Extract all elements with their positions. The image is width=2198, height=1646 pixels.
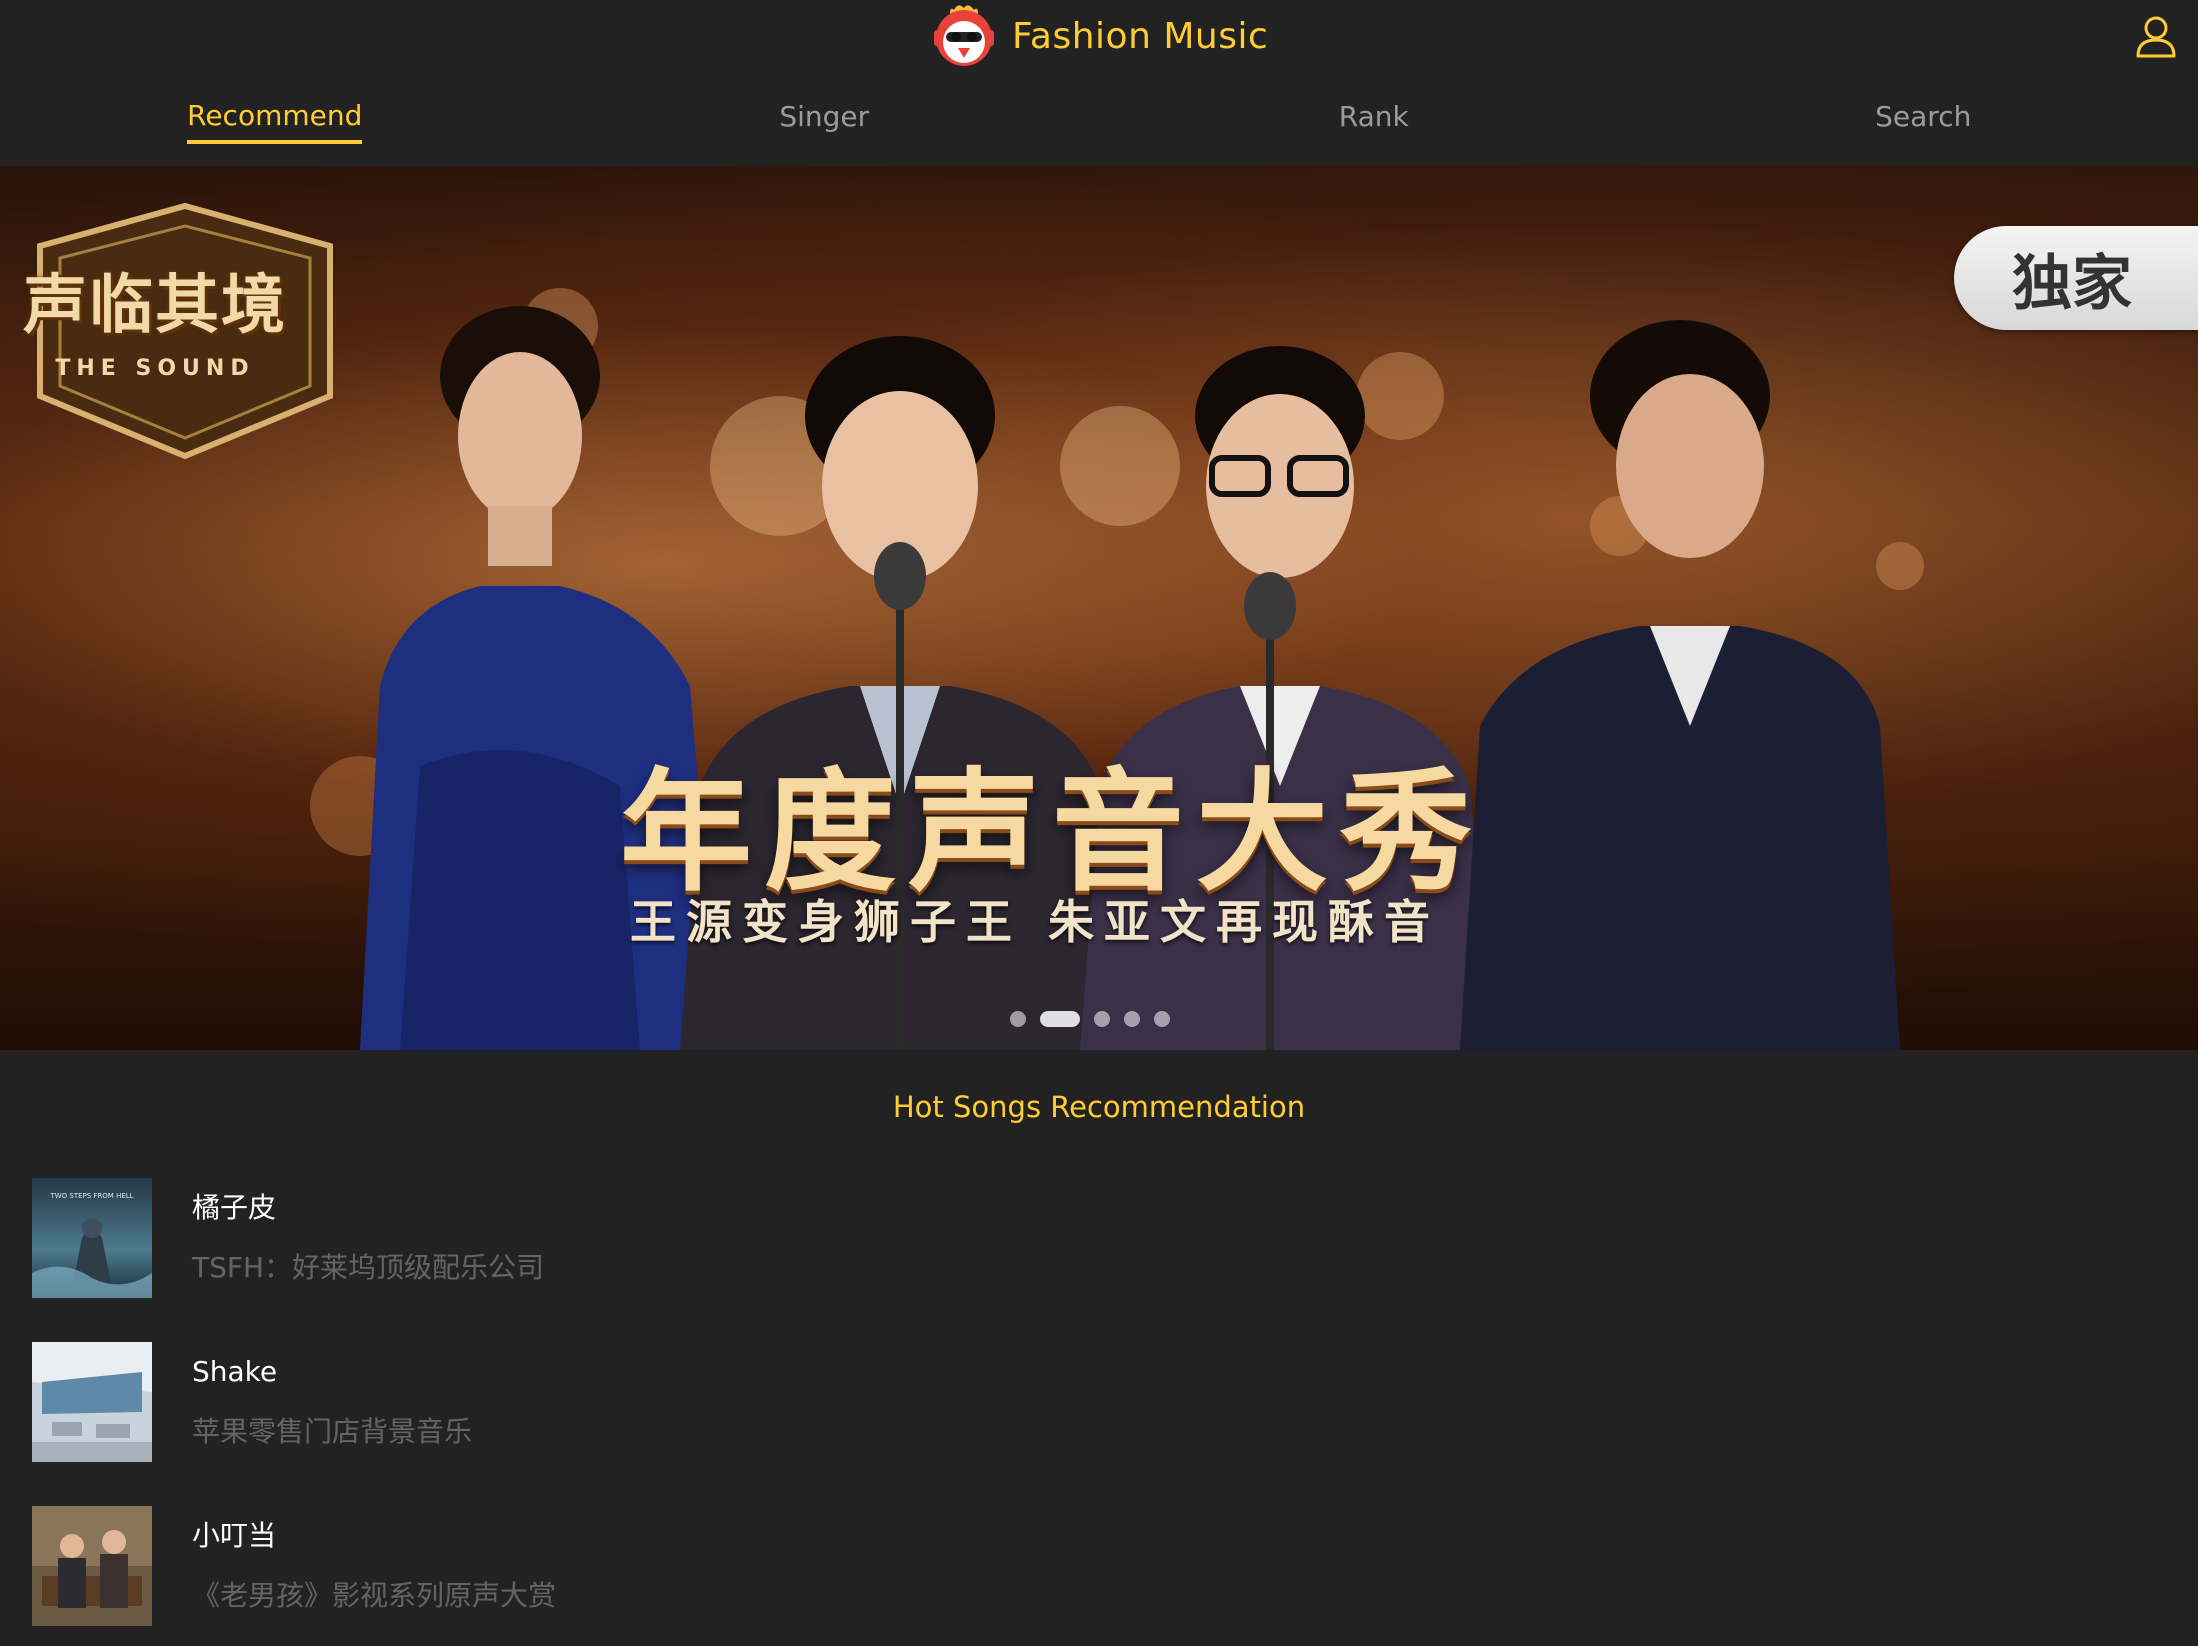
rooster-mascot-icon — [932, 2, 996, 70]
slider-dot[interactable] — [1094, 1011, 1110, 1027]
show-logo-title: 声临其境 — [23, 269, 287, 343]
song-name: 橘子皮 — [192, 1191, 277, 1224]
tab-rank[interactable]: Rank — [1099, 76, 1649, 166]
show-logo-subtitle: THE SOUND — [55, 356, 255, 381]
song-desc: 《老男孩》影视系列原声大赏 — [192, 1579, 557, 1612]
song-desc: TSFH：好莱坞顶级配乐公司 — [192, 1251, 545, 1284]
album-cover — [32, 1342, 152, 1462]
song-text: 小叮当 《老男孩》影视系列原声大赏 — [192, 1516, 556, 1616]
tab-label: Rank — [1338, 99, 1409, 133]
slider-dot[interactable] — [1124, 1011, 1140, 1027]
list-item[interactable]: Shake 苹果零售门店背景音乐 — [32, 1342, 2172, 1462]
tab-label: Recommend — [187, 99, 363, 144]
tab-label: Search — [1875, 99, 1972, 133]
song-name: 小叮当 — [192, 1519, 277, 1552]
list-item[interactable]: 小叮当 《老男孩》影视系列原声大赏 — [32, 1506, 2172, 1626]
slider-dot[interactable] — [1010, 1011, 1026, 1027]
list-item[interactable]: TWO STEPS FROM HELL 橘子皮 TSFH：好莱坞顶级配乐公司 — [32, 1178, 2172, 1298]
tab-label: Singer — [779, 99, 870, 133]
app-title: Fashion Music — [1012, 15, 1269, 57]
brand: Fashion Music — [932, 0, 1268, 72]
banner-subline: 王源变身狮子王 朱亚文再现酥音 — [630, 895, 1441, 949]
song-text: 橘子皮 TSFH：好莱坞顶级配乐公司 — [192, 1188, 544, 1288]
tab-singer[interactable]: Singer — [550, 76, 1100, 166]
slider-dot[interactable] — [1154, 1011, 1170, 1027]
app-root: Fashion Music Recommend Singer Rank Sear… — [0, 0, 2198, 1646]
user-icon[interactable] — [2132, 12, 2180, 60]
exclusive-badge-label: 独家 — [2012, 248, 2132, 319]
album-cover-text: TWO STEPS FROM HELL — [49, 1192, 133, 1200]
tab-recommend[interactable]: Recommend — [0, 76, 550, 166]
album-cover: TWO STEPS FROM HELL — [32, 1178, 152, 1298]
song-name: Shake — [192, 1355, 278, 1388]
tab-bar: Recommend Singer Rank Search — [0, 76, 2198, 166]
banner-slider[interactable]: 声临其境 THE SOUND 独家 年度声音大秀 王源变身狮子王 朱亚文再现酥音 — [0, 166, 2198, 1050]
album-cover — [32, 1506, 152, 1626]
song-desc: 苹果零售门店背景音乐 — [192, 1415, 473, 1448]
section-title: Hot Songs Recommendation — [892, 1090, 1306, 1124]
song-text: Shake 苹果零售门店背景音乐 — [192, 1352, 472, 1452]
header: Fashion Music — [0, 0, 2198, 76]
slider-dot-active[interactable] — [1040, 1011, 1080, 1027]
exclusive-badge: 独家 — [1954, 226, 2198, 330]
slider-dots — [1010, 1010, 1170, 1028]
song-list: TWO STEPS FROM HELL 橘子皮 TSFH：好莱坞顶级配乐公司 S… — [32, 1178, 2172, 1646]
tab-search[interactable]: Search — [1649, 76, 2198, 166]
